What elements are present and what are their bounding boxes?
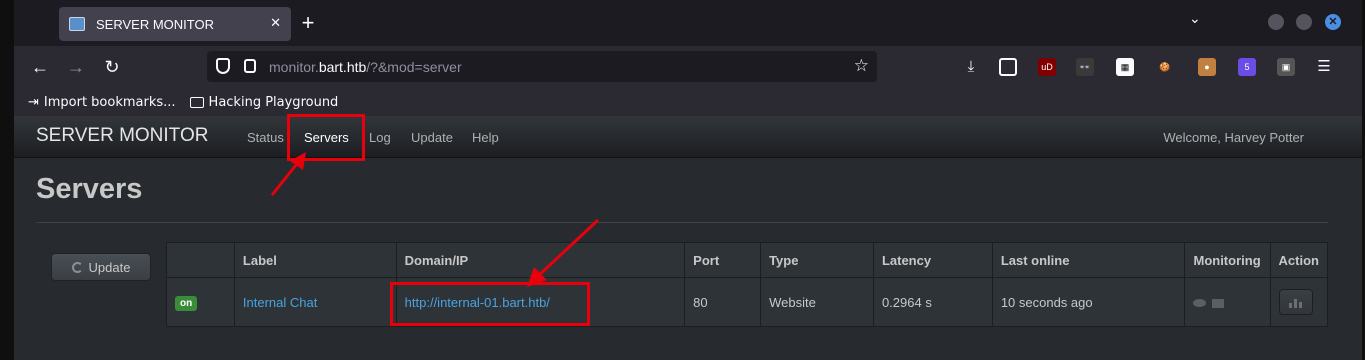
list-tabs-chevron-icon[interactable]: ⌄ <box>1189 10 1201 27</box>
bar-chart-icon <box>1289 303 1293 308</box>
reload-button[interactable]: ↻ <box>100 55 124 79</box>
tracking-shield-icon[interactable] <box>216 58 230 74</box>
extension-burger-icon[interactable]: ● <box>1198 58 1216 76</box>
url-bar[interactable]: monitor.bart.htb/?&mod=server ☆ <box>207 51 877 82</box>
last-online-cell: 10 seconds ago <box>991 277 1186 327</box>
table-header-row: Label Domain/IP Port Type Latency Last o… <box>166 242 1329 278</box>
extension-badge-icon[interactable]: 5 <box>1238 58 1256 76</box>
back-button[interactable]: ← <box>28 55 52 79</box>
bookmark-label: Hacking Playground <box>208 94 339 110</box>
navigation-toolbar: ← → ↻ monitor.bart.htb/?&mod=server ☆ ⤓ … <box>14 46 1362 88</box>
status-badge: on <box>175 295 198 311</box>
tab-title: SERVER MONITOR <box>96 16 214 32</box>
url-text[interactable]: monitor.bart.htb/?&mod=server <box>269 59 462 75</box>
table-row: on Internal Chat http://internal-01.bart… <box>166 277 1329 327</box>
eye-icon <box>1193 299 1207 308</box>
app-navbar: SERVER MONITOR Status Servers Log Update… <box>14 116 1362 158</box>
type-cell: Website <box>760 277 874 327</box>
menu-hamburger-icon[interactable]: ☰ <box>1315 58 1333 76</box>
divider <box>36 222 1328 223</box>
web-page: SERVER MONITOR Status Servers Log Update… <box>14 116 1362 360</box>
col-latency: Latency <box>872 242 993 278</box>
highlight-domain-box <box>390 282 590 326</box>
app-brand[interactable]: SERVER MONITOR <box>36 125 208 147</box>
latency-cell: 0.2964 s <box>872 277 993 327</box>
new-tab-button[interactable]: + <box>293 8 323 38</box>
mail-icon <box>1212 298 1225 308</box>
cookie-icon[interactable]: 🍪 <box>1156 58 1174 76</box>
bookmark-star-icon[interactable]: ☆ <box>854 56 869 76</box>
servers-table: Label Domain/IP Port Type Latency Last o… <box>166 242 1329 327</box>
bookmark-label: Import bookmarks... <box>43 94 176 110</box>
col-type: Type <box>760 242 874 278</box>
col-status <box>166 242 235 278</box>
page-title: Servers <box>36 173 143 205</box>
monitoring-cell <box>1184 277 1271 327</box>
bar-chart-icon <box>1299 302 1303 308</box>
highlight-servers-box <box>287 114 365 161</box>
nav-update[interactable]: Update <box>411 130 453 145</box>
server-label-link[interactable]: Internal Chat <box>243 295 317 310</box>
downloads-icon[interactable]: ⤓ <box>962 58 980 76</box>
extensions-icon[interactable] <box>999 58 1017 76</box>
welcome-text: Welcome, Harvey Potter <box>1163 130 1304 145</box>
update-button[interactable]: Update <box>51 253 151 281</box>
folder-icon <box>189 96 204 108</box>
nav-status[interactable]: Status <box>247 130 284 145</box>
update-button-label: Update <box>88 259 131 275</box>
col-action: Action <box>1269 242 1329 278</box>
browser-window: SERVER MONITOR ✕ + ⌄ ✕ ← → ↻ monitor.bar… <box>0 0 1365 360</box>
port-cell: 80 <box>684 277 762 327</box>
refresh-icon <box>71 261 83 273</box>
bookmark-folder-hacking-playground[interactable]: Hacking Playground <box>189 94 339 110</box>
nav-help[interactable]: Help <box>472 130 499 145</box>
status-cell: on <box>166 277 235 327</box>
nav-log[interactable]: Log <box>369 130 391 145</box>
bookmarks-toolbar: ⇥ Import bookmarks... Hacking Playground <box>14 88 1362 116</box>
col-monitoring: Monitoring <box>1184 242 1271 278</box>
chart-action-button[interactable] <box>1278 289 1313 315</box>
site-favicon-icon <box>69 17 85 31</box>
col-port: Port <box>684 242 762 278</box>
col-last-online: Last online <box>991 242 1186 278</box>
bookmark-import[interactable]: ⇥ Import bookmarks... <box>28 95 176 110</box>
col-label: Label <box>233 242 397 278</box>
connection-lock-icon[interactable] <box>244 59 256 73</box>
import-icon: ⇥ <box>28 94 39 110</box>
minimize-button[interactable] <box>1268 14 1284 30</box>
col-domain: Domain/IP <box>395 242 686 278</box>
tab-close-icon[interactable]: ✕ <box>270 15 281 31</box>
bar-chart-icon <box>1294 299 1298 308</box>
left-border <box>0 0 14 360</box>
browser-tab[interactable]: SERVER MONITOR ✕ <box>59 7 291 41</box>
extension-image-icon[interactable]: ▣ <box>1277 58 1295 76</box>
action-cell <box>1269 277 1329 327</box>
tab-bar: SERVER MONITOR ✕ + ⌄ ✕ <box>14 0 1362 46</box>
window-close-button[interactable]: ✕ <box>1325 14 1341 30</box>
qr-code-icon[interactable]: ▦ <box>1116 58 1134 76</box>
label-cell: Internal Chat <box>233 277 397 327</box>
extension-glasses-icon[interactable]: 👓 <box>1076 58 1094 76</box>
forward-button[interactable]: → <box>64 55 88 79</box>
ublock-icon[interactable]: uD <box>1038 58 1056 76</box>
maximize-button[interactable] <box>1296 14 1312 30</box>
